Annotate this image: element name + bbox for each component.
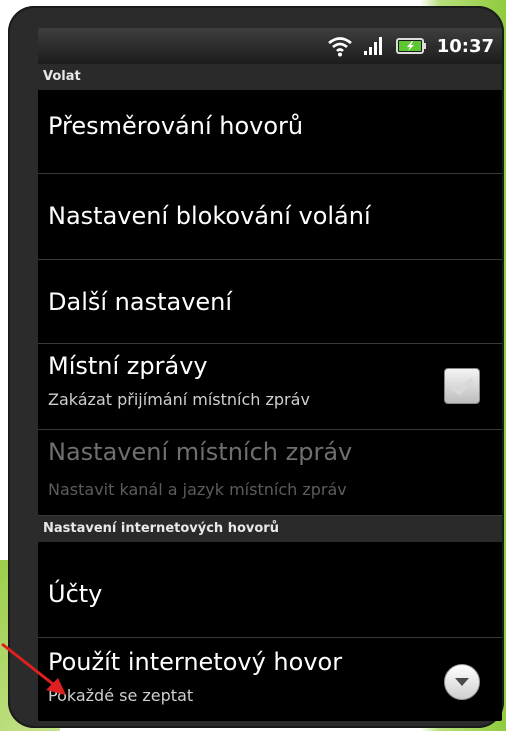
row-title: Účty — [48, 580, 103, 608]
row-title: Další nastavení — [48, 288, 233, 316]
dropdown-button[interactable] — [444, 664, 480, 700]
list-item-local-messages[interactable]: Místní zprávy Zakázat přijímání místních… — [38, 344, 502, 430]
row-title: Místní zprávy — [48, 352, 208, 380]
status-bar: 10:37 — [38, 28, 502, 64]
row-title: Nastavení místních zpráv — [48, 438, 353, 466]
status-time: 10:37 — [436, 35, 494, 57]
phone-screen: 10:37 Volat Přesměrování hovorů Nastaven… — [38, 28, 502, 721]
list-item-call-forwarding[interactable]: Přesměrování hovorů — [38, 90, 502, 174]
section-header-volat: Volat — [38, 64, 502, 90]
phone-frame: 10:37 Volat Přesměrování hovorů Nastaven… — [8, 6, 504, 728]
annotation-arrow-icon — [1, 642, 66, 695]
signal-icon — [363, 36, 385, 56]
checkmark-icon — [450, 377, 474, 396]
list-item-call-blocking[interactable]: Nastavení blokování volání — [38, 174, 502, 260]
wifi-icon — [327, 35, 353, 57]
local-messages-checkbox[interactable] — [444, 368, 480, 404]
row-title: Použít internetový hovor — [48, 648, 343, 676]
chevron-down-icon — [455, 678, 469, 686]
list-item-accounts[interactable]: Účty — [38, 542, 502, 638]
row-title: Nastavení blokování volání — [48, 202, 371, 230]
list-item-local-message-settings[interactable]: Nastavení místních zpráv Nastavit kanál … — [38, 430, 502, 516]
battery-icon — [395, 37, 427, 55]
section-header-internet-calls: Nastavení internetových hovorů — [38, 516, 502, 542]
list-item-additional-settings[interactable]: Další nastavení — [38, 260, 502, 344]
list-item-use-internet-call[interactable]: Použít internetový hovor Pokaždé se zept… — [38, 638, 502, 721]
row-subtitle: Zakázat přijímání místních zpráv — [48, 390, 310, 409]
row-subtitle: Nastavit kanál a jazyk místních zpráv — [48, 480, 347, 499]
row-title: Přesměrování hovorů — [48, 112, 304, 140]
